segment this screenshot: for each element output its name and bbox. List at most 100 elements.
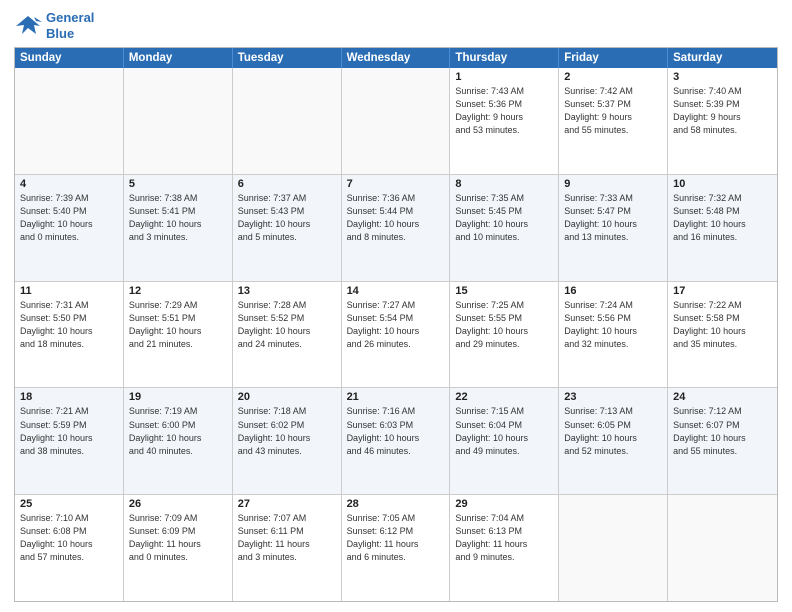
empty-cell: [342, 68, 451, 174]
day-number: 24: [673, 391, 772, 403]
day-cell-18: 18 Sunrise: 7:21 AMSunset: 5:59 PMDayligh…: [15, 388, 124, 494]
header-cell-wednesday: Wednesday: [342, 48, 451, 68]
day-info: Sunrise: 7:29 AMSunset: 5:51 PMDaylight:…: [129, 299, 227, 351]
day-info: Sunrise: 7:33 AMSunset: 5:47 PMDaylight:…: [564, 192, 662, 244]
day-info: Sunrise: 7:43 AMSunset: 5:36 PMDaylight:…: [455, 85, 553, 137]
day-info: Sunrise: 7:18 AMSunset: 6:02 PMDaylight:…: [238, 405, 336, 457]
day-number: 14: [347, 285, 445, 297]
day-number: 26: [129, 498, 227, 510]
empty-cell: [668, 495, 777, 601]
day-info: Sunrise: 7:38 AMSunset: 5:41 PMDaylight:…: [129, 192, 227, 244]
day-info: Sunrise: 7:12 AMSunset: 6:07 PMDaylight:…: [673, 405, 772, 457]
empty-cell: [124, 68, 233, 174]
day-number: 22: [455, 391, 553, 403]
day-cell-7: 7Sunrise: 7:36 AMSunset: 5:44 PMDaylight…: [342, 175, 451, 281]
calendar-header: SundayMondayTuesdayWednesdayThursdayFrid…: [15, 48, 777, 68]
header-cell-sunday: Sunday: [15, 48, 124, 68]
day-number: 28: [347, 498, 445, 510]
header-cell-friday: Friday: [559, 48, 668, 68]
day-cell-19: 19 Sunrise: 7:19 AMSunset: 6:00 PMDayligh…: [124, 388, 233, 494]
day-info: Sunrise: 7:21 AMSunset: 5:59 PMDaylight:…: [20, 405, 118, 457]
day-cell-16: 16Sunrise: 7:24 AMSunset: 5:56 PMDayligh…: [559, 282, 668, 388]
day-info: Sunrise: 7:35 AMSunset: 5:45 PMDaylight:…: [455, 192, 553, 244]
day-info: Sunrise: 7:25 AMSunset: 5:55 PMDaylight:…: [455, 299, 553, 351]
calendar-row-3: 11 Sunrise: 7:31 AMSunset: 5:50 PMDayligh…: [15, 282, 777, 389]
day-number: 8: [455, 178, 553, 190]
day-number: 25: [20, 498, 118, 510]
logo: General Blue: [14, 10, 94, 41]
day-number: 19: [129, 391, 227, 403]
day-number: 4: [20, 178, 118, 190]
day-number: 17: [673, 285, 772, 297]
day-cell-21: 21Sunrise: 7:16 AMSunset: 6:03 PMDayligh…: [342, 388, 451, 494]
day-cell-25: 25 Sunrise: 7:10 AMSunset: 6:08 PMDayligh…: [15, 495, 124, 601]
day-number: 1: [455, 71, 553, 83]
day-info: Sunrise: 7:39 AMSunset: 5:40 PMDaylight:…: [20, 192, 118, 244]
day-info: Sunrise: 7:10 AMSunset: 6:08 PMDaylight:…: [20, 512, 118, 564]
day-cell-28: 28 Sunrise: 7:05 AMSunset: 6:12 PMDayligh…: [342, 495, 451, 601]
day-info: Sunrise: 7:13 AMSunset: 6:05 PMDaylight:…: [564, 405, 662, 457]
day-cell-6: 6 Sunrise: 7:37 AMSunset: 5:43 PMDaylight…: [233, 175, 342, 281]
day-cell-23: 23 Sunrise: 7:13 AMSunset: 6:05 PMDayligh…: [559, 388, 668, 494]
day-cell-3: 3Sunrise: 7:40 AMSunset: 5:39 PMDaylight…: [668, 68, 777, 174]
day-number: 29: [455, 498, 553, 510]
day-info: Sunrise: 7:37 AMSunset: 5:43 PMDaylight:…: [238, 192, 336, 244]
day-info: Sunrise: 7:24 AMSunset: 5:56 PMDaylight:…: [564, 299, 662, 351]
day-number: 3: [673, 71, 772, 83]
day-cell-15: 15 Sunrise: 7:25 AMSunset: 5:55 PMDayligh…: [450, 282, 559, 388]
day-cell-24: 24 Sunrise: 7:12 AMSunset: 6:07 PMDayligh…: [668, 388, 777, 494]
calendar-row-4: 18 Sunrise: 7:21 AMSunset: 5:59 PMDayligh…: [15, 388, 777, 495]
day-number: 23: [564, 391, 662, 403]
day-number: 13: [238, 285, 336, 297]
day-number: 11: [20, 285, 118, 297]
logo-icon: [14, 12, 42, 40]
day-info: Sunrise: 7:04 AMSunset: 6:13 PMDaylight:…: [455, 512, 553, 564]
day-info: Sunrise: 7:05 AMSunset: 6:12 PMDaylight:…: [347, 512, 445, 564]
day-number: 18: [20, 391, 118, 403]
day-cell-5: 5 Sunrise: 7:38 AMSunset: 5:41 PMDaylight…: [124, 175, 233, 281]
empty-cell: [233, 68, 342, 174]
day-info: Sunrise: 7:19 AMSunset: 6:00 PMDaylight:…: [129, 405, 227, 457]
day-cell-17: 17 Sunrise: 7:22 AMSunset: 5:58 PMDayligh…: [668, 282, 777, 388]
day-cell-22: 22 Sunrise: 7:15 AMSunset: 6:04 PMDayligh…: [450, 388, 559, 494]
day-number: 7: [347, 178, 445, 190]
day-number: 10: [673, 178, 772, 190]
day-info: Sunrise: 7:15 AMSunset: 6:04 PMDaylight:…: [455, 405, 553, 457]
day-number: 9: [564, 178, 662, 190]
empty-cell: [15, 68, 124, 174]
day-info: Sunrise: 7:09 AMSunset: 6:09 PMDaylight:…: [129, 512, 227, 564]
day-cell-12: 12 Sunrise: 7:29 AMSunset: 5:51 PMDayligh…: [124, 282, 233, 388]
day-cell-14: 14 Sunrise: 7:27 AMSunset: 5:54 PMDayligh…: [342, 282, 451, 388]
day-cell-8: 8 Sunrise: 7:35 AMSunset: 5:45 PMDaylight…: [450, 175, 559, 281]
day-cell-27: 27Sunrise: 7:07 AMSunset: 6:11 PMDayligh…: [233, 495, 342, 601]
day-info: Sunrise: 7:27 AMSunset: 5:54 PMDaylight:…: [347, 299, 445, 351]
calendar-row-2: 4 Sunrise: 7:39 AMSunset: 5:40 PMDaylight…: [15, 175, 777, 282]
day-cell-2: 2Sunrise: 7:42 AMSunset: 5:37 PMDaylight…: [559, 68, 668, 174]
day-info: Sunrise: 7:28 AMSunset: 5:52 PMDaylight:…: [238, 299, 336, 351]
calendar-row-1: 1 Sunrise: 7:43 AMSunset: 5:36 PMDaylight…: [15, 68, 777, 175]
day-cell-1: 1 Sunrise: 7:43 AMSunset: 5:36 PMDaylight…: [450, 68, 559, 174]
day-cell-10: 10 Sunrise: 7:32 AMSunset: 5:48 PMDayligh…: [668, 175, 777, 281]
day-cell-13: 13 Sunrise: 7:28 AMSunset: 5:52 PMDayligh…: [233, 282, 342, 388]
header-cell-thursday: Thursday: [450, 48, 559, 68]
day-cell-4: 4 Sunrise: 7:39 AMSunset: 5:40 PMDaylight…: [15, 175, 124, 281]
day-info: Sunrise: 7:31 AMSunset: 5:50 PMDaylight:…: [20, 299, 118, 351]
day-cell-9: 9 Sunrise: 7:33 AMSunset: 5:47 PMDaylight…: [559, 175, 668, 281]
day-cell-20: 20 Sunrise: 7:18 AMSunset: 6:02 PMDayligh…: [233, 388, 342, 494]
page-header: General Blue: [14, 10, 778, 41]
day-number: 12: [129, 285, 227, 297]
day-number: 20: [238, 391, 336, 403]
header-cell-monday: Monday: [124, 48, 233, 68]
day-cell-29: 29 Sunrise: 7:04 AMSunset: 6:13 PMDayligh…: [450, 495, 559, 601]
day-number: 15: [455, 285, 553, 297]
day-cell-26: 26 Sunrise: 7:09 AMSunset: 6:09 PMDayligh…: [124, 495, 233, 601]
day-number: 27: [238, 498, 336, 510]
day-number: 5: [129, 178, 227, 190]
calendar-row-5: 25 Sunrise: 7:10 AMSunset: 6:08 PMDayligh…: [15, 495, 777, 601]
header-cell-tuesday: Tuesday: [233, 48, 342, 68]
day-info: Sunrise: 7:22 AMSunset: 5:58 PMDaylight:…: [673, 299, 772, 351]
day-info: Sunrise: 7:32 AMSunset: 5:48 PMDaylight:…: [673, 192, 772, 244]
day-number: 6: [238, 178, 336, 190]
calendar-body: 1 Sunrise: 7:43 AMSunset: 5:36 PMDaylight…: [15, 68, 777, 601]
calendar: SundayMondayTuesdayWednesdayThursdayFrid…: [14, 47, 778, 602]
